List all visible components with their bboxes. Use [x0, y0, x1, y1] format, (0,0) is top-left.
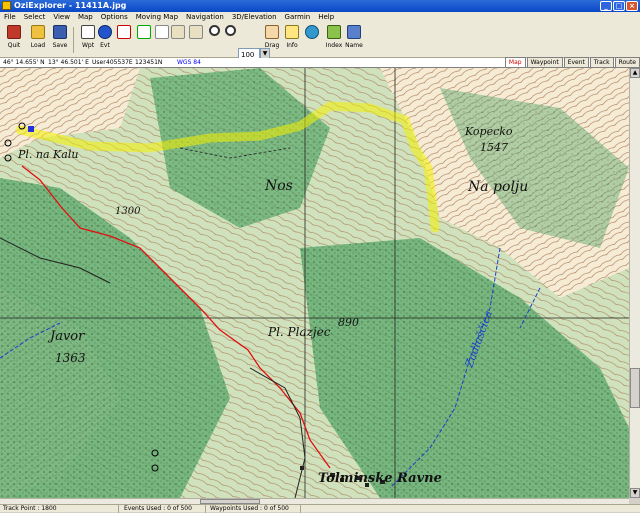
map-label-na-polju: Na polju	[467, 179, 528, 195]
track-tool-button[interactable]	[134, 25, 154, 55]
save-button[interactable]: Save	[50, 25, 70, 55]
evt-button[interactable]: Evt	[95, 25, 115, 55]
minimize-button[interactable]: _	[600, 1, 612, 11]
maximize-button[interactable]: □	[613, 1, 625, 11]
menu-file[interactable]: File	[0, 12, 20, 23]
map-label-nos: Nos	[264, 178, 293, 194]
drag-button[interactable]: Drag	[262, 25, 282, 55]
name-search-icon	[155, 25, 169, 39]
tab-event[interactable]: Event	[563, 57, 589, 68]
map-label-1300: 1300	[115, 206, 141, 217]
track-icon	[137, 25, 151, 39]
close-button[interactable]: ×	[626, 1, 638, 11]
app-icon	[2, 1, 11, 10]
tab-route[interactable]: Route	[614, 57, 640, 68]
map-label-tolminske-ravne: Tolminske Ravne	[318, 471, 442, 486]
load-button[interactable]: Load	[28, 25, 48, 55]
event-icon	[98, 25, 112, 39]
menu-moving-map[interactable]: Moving Map	[132, 12, 182, 23]
waypoint-icon	[81, 25, 95, 39]
topographic-map: Pl. na Kalu Nos Kopecko 1547 Na polju 13…	[0, 68, 629, 498]
track-control-button[interactable]	[168, 25, 188, 55]
scroll-down-button[interactable]: ▼	[630, 488, 640, 498]
menu-3d-elevation[interactable]: 3D/Elevation	[228, 12, 281, 23]
drag-hand-icon	[265, 25, 279, 39]
map-label-890: 890	[338, 316, 359, 329]
name-icon	[347, 25, 361, 39]
menu-garmin[interactable]: Garmin	[281, 12, 315, 23]
vertical-scrollbar[interactable]: ▲ ▼	[629, 68, 640, 498]
route-icon	[117, 25, 131, 39]
save-disk-icon	[53, 25, 67, 39]
zoom-in-icon	[208, 25, 220, 36]
route-tool-button[interactable]	[114, 25, 134, 55]
view-tabs: Map Waypoint Event Track Route	[504, 57, 640, 68]
grid-user-label: User	[92, 59, 106, 66]
northing-readout: 123451N	[135, 59, 163, 66]
menu-view[interactable]: View	[49, 12, 74, 23]
vertical-scroll-thumb[interactable]	[630, 368, 640, 408]
track-control-icon	[171, 25, 185, 39]
map-label-pl-na-kalu: Pl. na Kalu	[17, 148, 78, 161]
map-label-kopecko: Kopecko	[464, 125, 513, 138]
menu-map[interactable]: Map	[74, 12, 97, 23]
index-button[interactable]: Index	[324, 25, 344, 55]
map-label-pl-plazjec: Pl. Plazjec	[267, 325, 331, 339]
window-title: OziExplorer - 11411A.jpg	[14, 1, 127, 10]
quit-icon	[7, 25, 21, 39]
datum-readout: WGS 84	[177, 59, 201, 66]
title-bar: OziExplorer - 11411A.jpg _ □ ×	[0, 0, 640, 12]
menu-options[interactable]: Options	[97, 12, 132, 23]
map-list-button[interactable]	[186, 25, 206, 55]
menu-help[interactable]: Help	[314, 12, 338, 23]
map-list-icon	[189, 25, 203, 39]
map-label-1363: 1363	[55, 351, 86, 365]
info-icon	[285, 25, 299, 39]
tab-track[interactable]: Track	[589, 57, 614, 68]
easting-readout: 405537E	[106, 59, 133, 66]
map-canvas[interactable]: Pl. na Kalu Nos Kopecko 1547 Na polju 13…	[0, 68, 629, 498]
waypoint-marker[interactable]	[28, 126, 34, 132]
tab-waypoint[interactable]: Waypoint	[526, 57, 563, 68]
menu-navigation[interactable]: Navigation	[182, 12, 228, 23]
map-label-1547: 1547	[480, 141, 508, 154]
zoom-out-button[interactable]	[220, 25, 240, 55]
status-bar: Track Point : 1800 Events Used : 0 of 50…	[0, 504, 640, 513]
pan-button[interactable]	[302, 25, 322, 55]
longitude-readout: 13° 46.501' E	[48, 59, 89, 66]
latitude-readout: 46° 14.655' N	[3, 59, 45, 66]
quit-button[interactable]: Quit	[4, 25, 24, 55]
index-icon	[327, 25, 341, 39]
zoom-out-icon	[224, 25, 236, 36]
main-toolbar: Quit Load Save Wpt Evt 100 ▼ Drag Info I…	[0, 23, 640, 60]
name-button[interactable]: Name	[344, 25, 364, 55]
tab-map[interactable]: Map	[504, 57, 526, 68]
load-folder-icon	[31, 25, 45, 39]
scroll-up-button[interactable]: ▲	[630, 68, 640, 78]
menu-select[interactable]: Select	[20, 12, 50, 23]
map-label-javor: Javor	[47, 329, 85, 344]
pan-arrows-icon	[305, 25, 319, 39]
info-button[interactable]: Info	[282, 25, 302, 55]
